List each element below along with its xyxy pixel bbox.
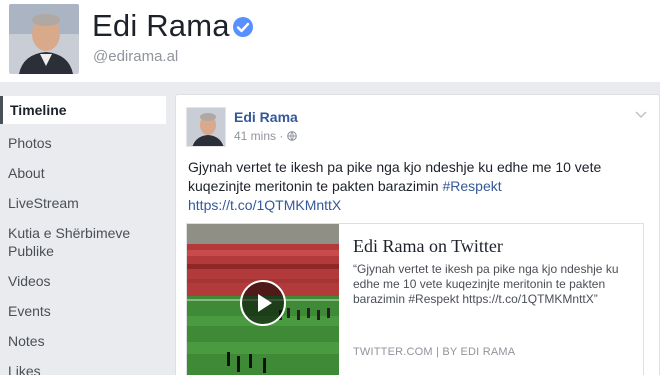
video-thumbnail[interactable] xyxy=(187,224,339,375)
sidebar-item-about[interactable]: About xyxy=(0,164,166,182)
profile-avatar[interactable] xyxy=(9,4,79,74)
sidebar-item-timeline[interactable]: Timeline xyxy=(0,96,166,124)
play-icon[interactable] xyxy=(240,280,286,326)
post-meta: 41 mins · xyxy=(234,129,297,143)
chevron-down-icon[interactable] xyxy=(635,107,647,119)
sidebar-item-photos[interactable]: Photos xyxy=(0,134,166,152)
sidebar-item-livestream[interactable]: LiveStream xyxy=(0,194,166,212)
post-hashtag[interactable]: #Respekt xyxy=(442,178,501,194)
sidebar-nav: Timeline Photos About LiveStream Kutia e… xyxy=(0,96,166,375)
link-preview[interactable]: Edi Rama on Twitter “Gjynah vertet te ik… xyxy=(186,223,644,375)
post-author-avatar[interactable] xyxy=(186,107,226,147)
verified-badge-icon xyxy=(232,16,254,38)
preview-description: “Gjynah vertet te ikesh pa pike nga kjo … xyxy=(353,262,619,306)
post-time[interactable]: 41 mins xyxy=(234,129,276,143)
sidebar-item-events[interactable]: Events xyxy=(0,302,166,320)
post-message-text: Gjynah vertet te ikesh pa pike nga kjo n… xyxy=(188,159,602,194)
sidebar-item-notes[interactable]: Notes xyxy=(0,332,166,350)
globe-icon xyxy=(286,131,297,141)
page-header: Edi Rama @edirama.al xyxy=(0,0,660,82)
preview-source: TWITTER.COM | BY EDI RAMA xyxy=(353,346,516,358)
sidebar-item-kutia[interactable]: Kutia e Shërbimeve Publike xyxy=(0,224,150,260)
page-handle[interactable]: @edirama.al xyxy=(93,48,178,65)
post-card: Edi Rama 41 mins · Gjynah vertet te ikes… xyxy=(175,94,660,375)
post-message: Gjynah vertet te ikesh pa pike nga kjo n… xyxy=(188,158,648,215)
sidebar-item-videos[interactable]: Videos xyxy=(0,272,166,290)
post-author-name[interactable]: Edi Rama xyxy=(234,109,298,125)
page-title: Edi Rama xyxy=(92,8,230,43)
preview-title[interactable]: Edi Rama on Twitter xyxy=(353,236,503,257)
sidebar-item-likes[interactable]: Likes xyxy=(0,362,166,375)
post-link[interactable]: https://t.co/1QTMKMnttX xyxy=(188,197,341,213)
